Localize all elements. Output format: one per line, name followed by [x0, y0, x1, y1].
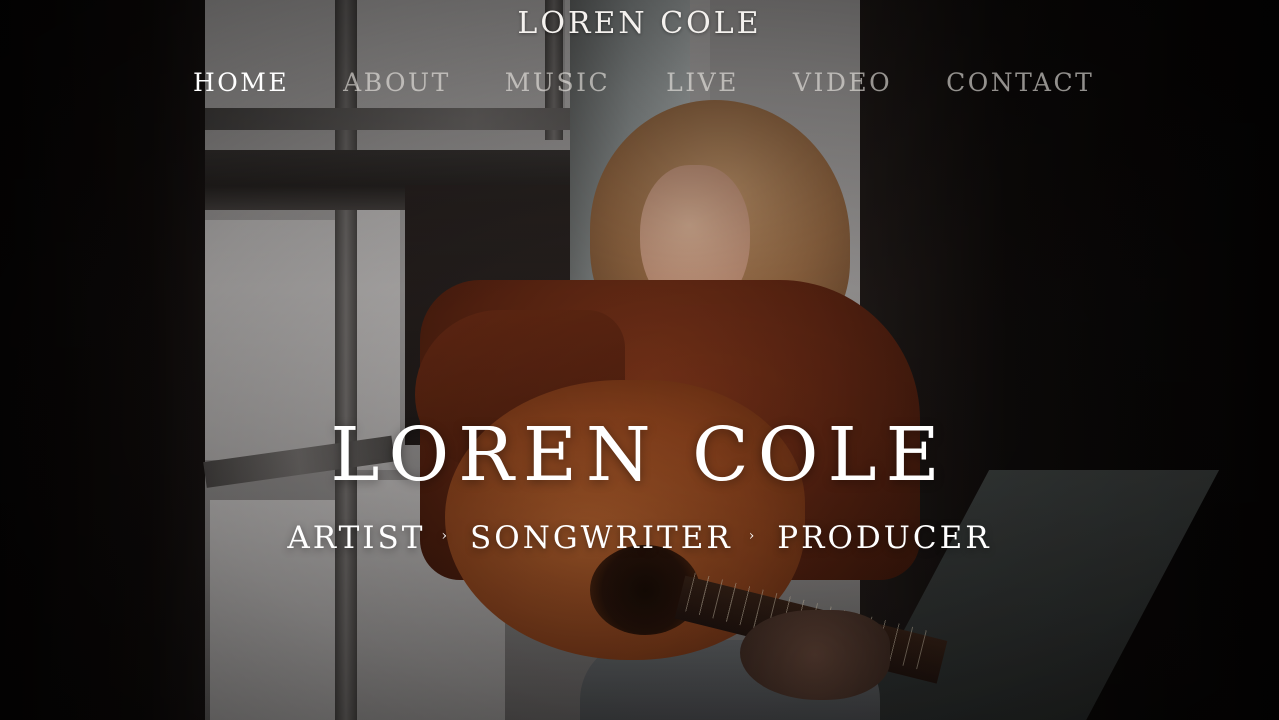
main-nav: HOME ABOUT MUSIC LIVE VIDEO CONTACT [193, 68, 1094, 97]
hero-roles: ARTIST › SONGWRITER › PRODUCER [0, 520, 1279, 556]
role-producer: PRODUCER [777, 520, 992, 556]
nav-home[interactable]: HOME [193, 68, 289, 97]
site-title-link[interactable]: LOREN COLE [0, 6, 1279, 41]
hero-title: LOREN COLE [330, 412, 949, 498]
separator-icon: › [748, 528, 758, 544]
nav-live[interactable]: LIVE [666, 68, 739, 97]
hero-background-photo [0, 0, 1279, 720]
separator-icon: › [441, 528, 451, 544]
role-artist: ARTIST [287, 520, 426, 556]
nav-music[interactable]: MUSIC [505, 68, 610, 97]
page: LOREN COLE HOME ABOUT MUSIC LIVE VIDEO C… [0, 0, 1279, 720]
nav-contact[interactable]: CONTACT [946, 68, 1094, 97]
nav-video[interactable]: VIDEO [793, 68, 892, 97]
role-songwriter: SONGWRITER [470, 520, 733, 556]
nav-about[interactable]: ABOUT [343, 68, 451, 97]
